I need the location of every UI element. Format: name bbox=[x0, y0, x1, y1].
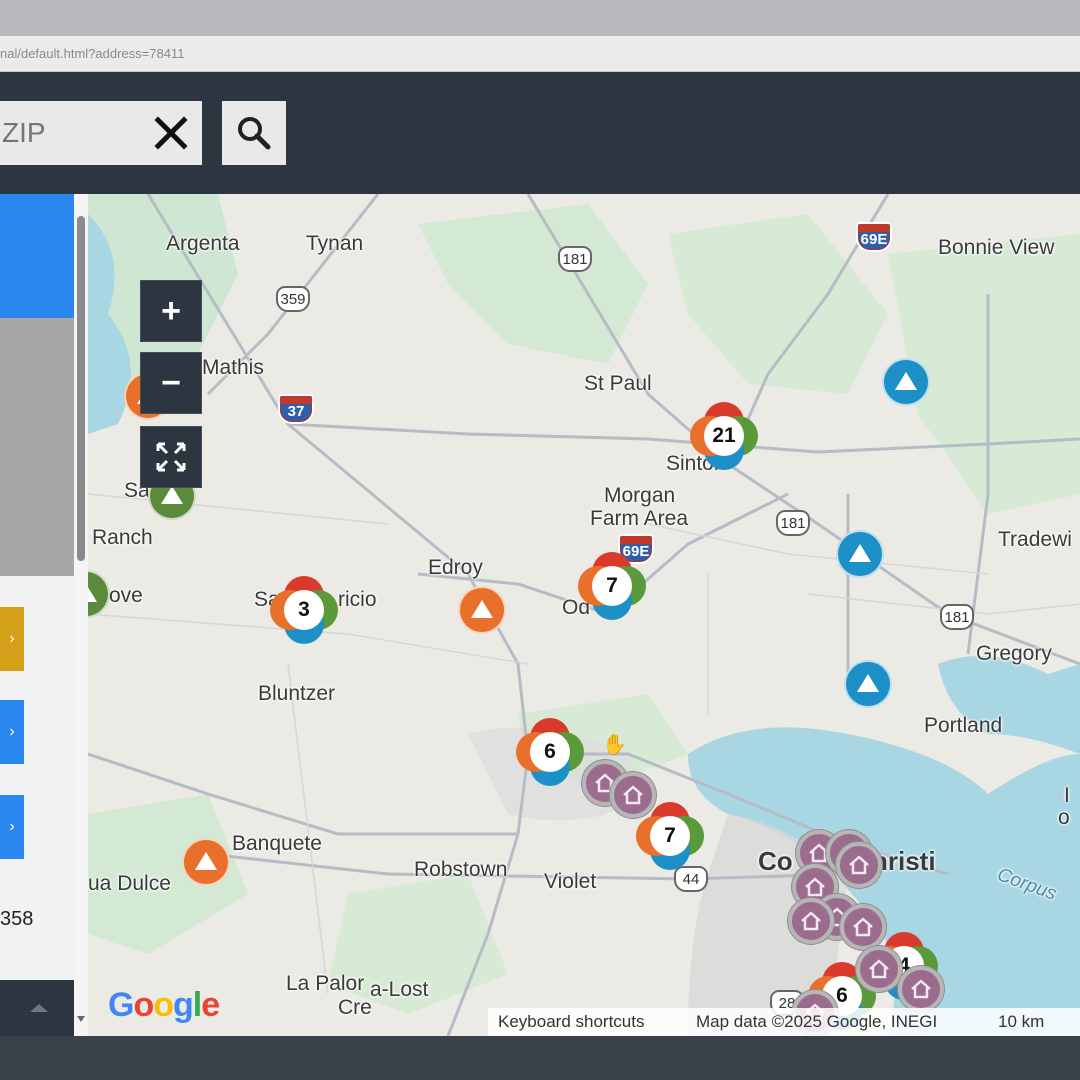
house-icon bbox=[801, 911, 821, 931]
place-label: ua Dulce bbox=[88, 872, 171, 895]
place-label: Tynan bbox=[306, 232, 364, 255]
fullscreen-icon bbox=[156, 442, 186, 472]
cluster-count: 21 bbox=[704, 416, 744, 456]
place-label: Edroy bbox=[428, 556, 483, 579]
place-label: Argenta bbox=[166, 232, 240, 255]
map-data-credit: Map data ©2025 Google, INEGI bbox=[696, 1012, 938, 1031]
chevron-right-icon: › bbox=[9, 723, 15, 740]
house-marker[interactable] bbox=[836, 842, 882, 888]
outage-cluster[interactable]: 6 bbox=[516, 718, 584, 786]
clear-search-button[interactable] bbox=[145, 101, 197, 165]
route-shield: 359 bbox=[276, 286, 310, 312]
house-marker[interactable] bbox=[840, 904, 886, 950]
place-label: a-Lost bbox=[370, 978, 429, 1001]
place-label: Robstown bbox=[414, 858, 508, 881]
cluster-count: 7 bbox=[650, 816, 690, 856]
place-label: Bluntzer bbox=[258, 682, 336, 705]
sidebar-count: 358 bbox=[0, 908, 34, 930]
alert-marker[interactable] bbox=[458, 586, 506, 634]
place-label: Violet bbox=[544, 870, 597, 893]
address-bar[interactable]: nal/default.html?address=78411 bbox=[0, 36, 1080, 72]
map-attribution: Keyboard shortcuts Map data ©2025 Google… bbox=[488, 1008, 1080, 1036]
sidebar-scrollbar[interactable] bbox=[74, 194, 88, 1036]
map-view[interactable]: Argenta Tynan Bonnie View Mathis St Paul… bbox=[88, 194, 1080, 1036]
alert-marker[interactable] bbox=[836, 530, 884, 578]
place-label: St Paul bbox=[584, 372, 652, 395]
sidebar: › › › 358 bbox=[0, 194, 74, 1036]
place-label: Bonnie View bbox=[938, 236, 1055, 259]
zoom-in-button[interactable]: + bbox=[140, 280, 202, 342]
house-icon bbox=[869, 959, 889, 979]
cluster-count: 7 bbox=[592, 566, 632, 606]
triangle-icon bbox=[857, 673, 879, 692]
house-icon bbox=[853, 917, 873, 937]
sidebar-panel bbox=[0, 318, 74, 576]
route-shield: 181 bbox=[776, 510, 810, 536]
chevron-up-icon bbox=[30, 1004, 48, 1012]
chevron-right-icon: › bbox=[9, 818, 15, 835]
route-shield: 181 bbox=[558, 246, 592, 272]
route-shield: 181 bbox=[940, 604, 974, 630]
triangle-icon bbox=[849, 543, 871, 562]
house-marker[interactable] bbox=[610, 772, 656, 818]
hand-cursor-icon: ✋ bbox=[602, 734, 627, 756]
place-label: Farm Area bbox=[590, 507, 689, 530]
place-label: Ranch bbox=[92, 526, 153, 549]
google-logo: Google bbox=[108, 986, 220, 1024]
sidebar-button-yellow[interactable]: › bbox=[0, 607, 24, 671]
map-scale[interactable]: 10 km bbox=[998, 1012, 1044, 1032]
place-label: I bbox=[1064, 784, 1070, 807]
place-label: Cre bbox=[338, 996, 372, 1019]
triangle-icon bbox=[471, 599, 493, 618]
house-marker[interactable] bbox=[788, 898, 834, 944]
url-text: nal/default.html?address=78411 bbox=[0, 46, 185, 61]
cluster-count: 6 bbox=[530, 732, 570, 772]
place-label: ricio bbox=[338, 588, 377, 611]
house-icon bbox=[849, 855, 869, 875]
sidebar-button-blue-2[interactable]: › bbox=[0, 795, 24, 859]
place-label: Portland bbox=[924, 714, 1003, 737]
browser-chrome bbox=[0, 0, 1080, 36]
scrollbar-thumb[interactable] bbox=[77, 216, 85, 561]
triangle-icon bbox=[161, 485, 183, 504]
sidebar-button-blue-1[interactable]: › bbox=[0, 700, 24, 764]
alert-marker[interactable] bbox=[844, 660, 892, 708]
triangle-icon bbox=[88, 583, 97, 602]
header-bar bbox=[0, 72, 1080, 194]
keyboard-shortcuts-link[interactable]: Keyboard shortcuts bbox=[498, 1012, 644, 1032]
outage-cluster[interactable]: 7 bbox=[578, 552, 646, 620]
interstate-shield: 37 bbox=[278, 394, 314, 424]
search-button[interactable] bbox=[222, 101, 286, 165]
close-icon bbox=[154, 116, 188, 150]
place-label: Mathis bbox=[202, 356, 264, 379]
place-label: Banquete bbox=[232, 832, 322, 855]
sidebar-active-panel[interactable] bbox=[0, 194, 74, 318]
cluster-count: 3 bbox=[284, 590, 324, 630]
alert-marker[interactable] bbox=[882, 358, 930, 406]
house-marker[interactable] bbox=[898, 966, 944, 1012]
place-label: La Palor bbox=[286, 972, 365, 995]
search-icon bbox=[238, 117, 271, 150]
place-label: Co bbox=[758, 846, 793, 876]
alert-marker[interactable] bbox=[182, 838, 230, 886]
place-label: Morgan bbox=[604, 484, 676, 507]
scroll-down-arrow[interactable] bbox=[77, 1016, 85, 1022]
house-icon bbox=[805, 877, 825, 897]
interstate-shield: 69E bbox=[856, 222, 892, 252]
sidebar-footer[interactable] bbox=[0, 980, 74, 1036]
house-icon bbox=[911, 979, 931, 999]
chevron-right-icon: › bbox=[9, 630, 15, 647]
triangle-icon bbox=[195, 851, 217, 870]
outage-cluster[interactable]: 21 bbox=[690, 402, 758, 470]
place-label: Tradewi bbox=[998, 528, 1072, 551]
place-label: o bbox=[1058, 806, 1070, 829]
house-marker[interactable] bbox=[856, 946, 902, 992]
triangle-icon bbox=[895, 371, 917, 390]
fullscreen-button[interactable] bbox=[140, 426, 202, 488]
house-icon bbox=[623, 785, 643, 805]
taskbar bbox=[0, 1036, 1080, 1080]
place-label: Gregory bbox=[976, 642, 1052, 665]
zoom-out-button[interactable]: − bbox=[140, 352, 202, 414]
outage-cluster[interactable]: 3 bbox=[270, 576, 338, 644]
